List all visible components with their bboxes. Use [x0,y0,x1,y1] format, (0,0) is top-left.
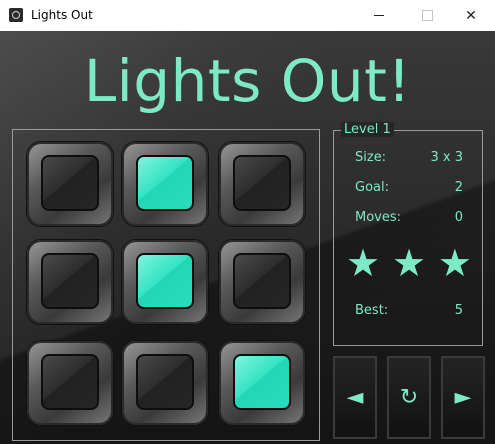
level-label: Level 1 [341,122,394,137]
minimize-button[interactable] [356,0,402,31]
light-key [41,253,99,309]
light-key [233,155,291,211]
app-icon [9,8,23,22]
best-label: Best: [355,303,389,318]
moves-label: Moves: [355,210,402,225]
light-key [233,354,291,410]
moves-value: 0 [454,210,463,225]
best-value: 5 [454,303,463,318]
light-key [41,354,99,410]
light-cell-0-2[interactable] [219,142,305,226]
level-panel: Level 1 Size: 3 x 3 Goal: 2 Moves: 0 ★ ★… [333,122,483,346]
size-label: Size: [355,150,387,165]
maximize-button[interactable] [404,0,450,31]
right-arrow-icon: ► [454,385,472,410]
light-key [136,155,194,211]
goal-label: Goal: [355,180,389,195]
light-cell-1-0[interactable] [27,240,113,324]
minimize-icon [374,15,384,16]
light-cell-2-0[interactable] [27,341,113,425]
left-arrow-icon: ◄ [346,385,364,410]
window-title: Lights Out [31,8,93,22]
star-icon: ★ [346,241,381,285]
title-bar: Lights Out ✕ [0,0,495,32]
light-key [136,253,194,309]
star-icon: ★ [437,241,472,285]
light-cell-2-2[interactable] [219,341,305,425]
light-board [12,129,320,441]
reset-level-button[interactable]: ↻ [387,356,431,439]
star-icon: ★ [391,241,427,285]
light-cell-1-2[interactable] [219,240,305,324]
next-level-button[interactable]: ► [441,356,485,439]
previous-level-button[interactable]: ◄ [333,356,377,439]
goal-value: 2 [454,180,463,195]
light-cell-0-1[interactable] [122,142,208,226]
game-title: Lights Out! [83,47,412,115]
game-area: Lights Out! Level 1 Size: 3 x 3 Goal: 2 … [0,31,495,444]
light-key [136,354,194,410]
light-cell-0-0[interactable] [27,142,113,226]
maximize-icon [421,10,433,21]
light-key [41,155,99,211]
close-icon: ✕ [465,7,477,24]
close-button[interactable]: ✕ [448,0,494,31]
light-cell-2-1[interactable] [122,341,208,425]
light-cell-1-1[interactable] [122,240,208,324]
star-rating: ★ ★ ★ [346,244,472,282]
reset-icon: ↻ [399,385,419,410]
size-value: 3 x 3 [430,150,464,165]
light-key [233,253,291,309]
